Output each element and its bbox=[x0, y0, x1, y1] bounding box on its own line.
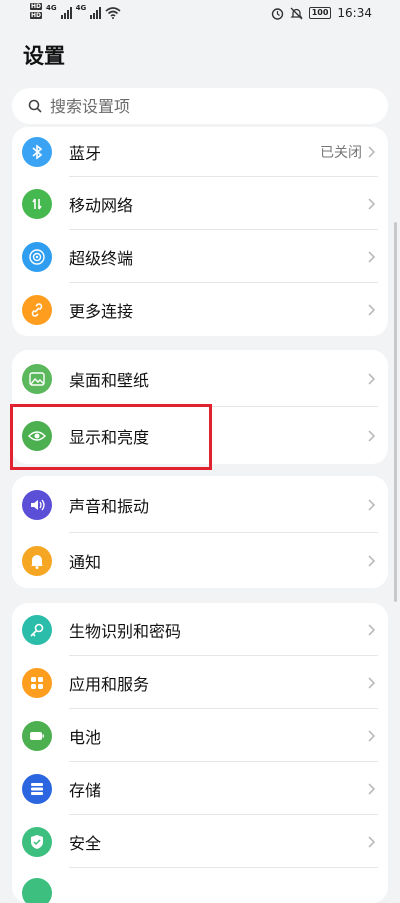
chevron-right-icon bbox=[368, 729, 376, 742]
chevron-right-icon bbox=[368, 250, 376, 263]
alarm-icon bbox=[271, 7, 283, 20]
network-type: 4G bbox=[46, 4, 57, 12]
settings-item-battery[interactable]: 电池 bbox=[12, 709, 388, 762]
chevron-right-icon bbox=[368, 554, 376, 567]
key-icon bbox=[22, 614, 52, 645]
settings-item-security[interactable]: 安全 bbox=[12, 815, 388, 868]
settings-item-mobile-network[interactable]: 移动网络 bbox=[12, 177, 388, 230]
partial-icon bbox=[22, 878, 52, 903]
bell-icon bbox=[22, 545, 52, 576]
settings-item-home-wallpaper[interactable]: 桌面和壁纸 bbox=[12, 350, 388, 407]
chevron-right-icon bbox=[368, 782, 376, 795]
chevron-right-icon bbox=[368, 429, 376, 442]
settings-item-more-connections[interactable]: 更多连接 bbox=[12, 283, 388, 336]
settings-group-connectivity: 蓝牙 已关闭 移动网络 超级终端 更多连接 bbox=[12, 127, 388, 336]
search-icon bbox=[28, 99, 42, 113]
chevron-right-icon bbox=[368, 197, 376, 210]
wallpaper-icon bbox=[22, 363, 52, 394]
battery-indicator: 100 bbox=[308, 7, 332, 19]
settings-item-super-device[interactable]: 超级终端 bbox=[12, 230, 388, 283]
settings-group-system: 生物识别和密码 应用和服务 电池 存储 安全 bbox=[12, 603, 388, 903]
settings-item-notifications[interactable]: 通知 bbox=[12, 533, 388, 588]
bluetooth-icon bbox=[22, 137, 52, 167]
chevron-right-icon bbox=[368, 835, 376, 848]
mute-bell-icon bbox=[290, 7, 303, 19]
settings-item-partial[interactable] bbox=[12, 868, 388, 903]
settings-item-label: 生物识别和密码 bbox=[69, 621, 182, 641]
mobile-data-icon bbox=[22, 188, 52, 219]
settings-group-sound: 声音和振动 通知 bbox=[12, 476, 388, 588]
settings-item-label: 通知 bbox=[69, 552, 102, 572]
chevron-right-icon bbox=[368, 146, 376, 158]
search-input[interactable] bbox=[48, 95, 352, 117]
super-device-icon bbox=[22, 241, 52, 272]
wifi-icon bbox=[105, 7, 121, 19]
apps-icon bbox=[22, 667, 52, 698]
chevron-right-icon bbox=[368, 623, 376, 636]
settings-item-label: 声音和振动 bbox=[69, 496, 150, 516]
settings-item-bluetooth[interactable]: 蓝牙 已关闭 bbox=[12, 127, 388, 177]
highlight-box bbox=[10, 404, 212, 470]
signal-icon bbox=[60, 7, 72, 19]
page-title: 设置 bbox=[23, 44, 65, 68]
settings-item-label: 移动网络 bbox=[69, 195, 134, 215]
settings-item-apps-services[interactable]: 应用和服务 bbox=[12, 656, 388, 709]
settings-item-label: 安全 bbox=[69, 833, 102, 853]
settings-item-storage[interactable]: 存储 bbox=[12, 762, 388, 815]
settings-item-label: 存储 bbox=[69, 780, 102, 800]
chevron-right-icon bbox=[368, 372, 376, 385]
settings-item-label: 电池 bbox=[69, 727, 102, 747]
network-type-2: 4G bbox=[75, 4, 87, 12]
shield-icon bbox=[22, 826, 52, 857]
chevron-right-icon bbox=[368, 303, 376, 316]
link-icon bbox=[22, 294, 52, 325]
settings-item-label: 更多连接 bbox=[69, 301, 134, 321]
status-bar: HD HD 4G 4G 100 16:34 bbox=[0, 0, 400, 28]
settings-item-label: 桌面和壁纸 bbox=[69, 370, 150, 390]
scrollbar[interactable] bbox=[394, 222, 397, 602]
settings-item-label: 蓝牙 bbox=[69, 144, 102, 163]
settings-item-biometrics-password[interactable]: 生物识别和密码 bbox=[12, 603, 388, 656]
clock: 16:34 bbox=[337, 6, 372, 20]
sound-icon bbox=[22, 489, 52, 520]
settings-item-label: 超级终端 bbox=[69, 248, 134, 268]
settings-item-label: 应用和服务 bbox=[69, 674, 150, 694]
bluetooth-status: 已关闭 bbox=[320, 145, 362, 161]
chevron-right-icon bbox=[368, 498, 376, 511]
search-bar[interactable] bbox=[12, 88, 388, 124]
battery-icon bbox=[22, 720, 52, 751]
chevron-right-icon bbox=[368, 676, 376, 689]
signal-icon-2 bbox=[90, 7, 102, 19]
hd-indicator: HD HD bbox=[30, 3, 43, 19]
settings-item-sound-vibration[interactable]: 声音和振动 bbox=[12, 476, 388, 533]
storage-icon bbox=[22, 773, 52, 804]
